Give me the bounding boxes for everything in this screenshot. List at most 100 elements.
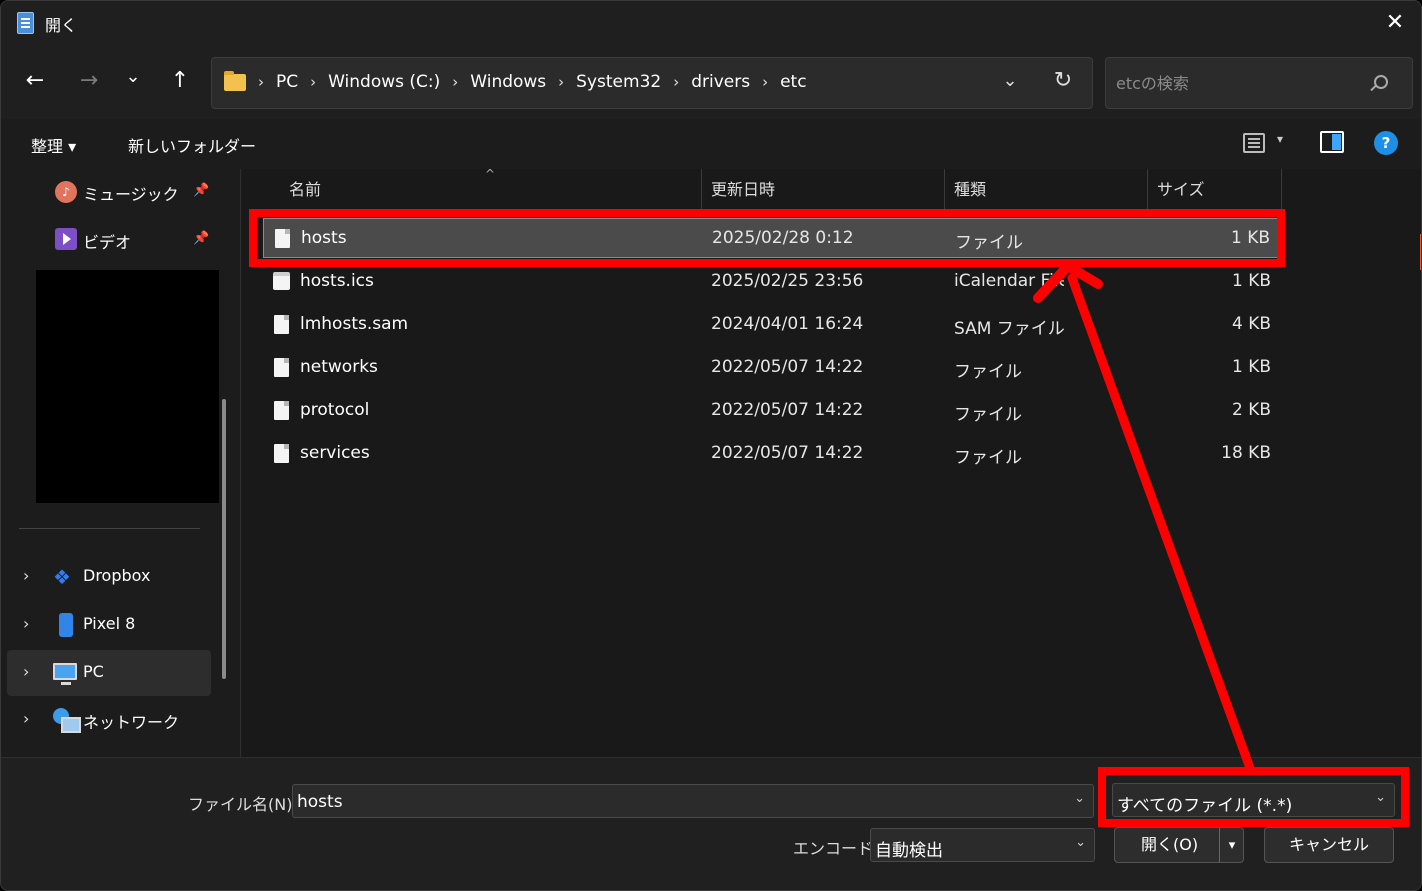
refresh-icon[interactable]: ↻: [1050, 68, 1076, 96]
breadcrumb-item-system32[interactable]: System32: [576, 72, 661, 92]
sidebar-item-label: ネットワーク: [83, 713, 180, 732]
sort-ascending-icon: ^: [485, 167, 496, 181]
address-bar[interactable]: › PC › Windows (C:) › Windows › System32…: [211, 57, 1093, 109]
filename-input[interactable]: hosts: [297, 792, 343, 812]
breadcrumb-item-etc[interactable]: etc: [780, 72, 806, 92]
view-options-icon[interactable]: [1243, 133, 1265, 153]
breadcrumb-separator[interactable]: ›: [452, 73, 458, 91]
notepad-icon: [17, 12, 34, 34]
encoding-label: エンコード:: [793, 839, 879, 858]
filename-field[interactable]: hosts ⌄: [292, 784, 1094, 818]
file-icon: [274, 444, 289, 463]
file-row-hosts-ics[interactable]: hosts.ics 2025/02/25 23:56 iCalendar Fil…: [263, 262, 1281, 302]
file-name: hosts.ics: [300, 271, 374, 291]
file-size: 1 KB: [1231, 357, 1271, 377]
file-modified: 2022/05/07 14:22: [711, 400, 864, 420]
file-type: ファイル: [954, 405, 1022, 425]
organize-button[interactable]: 整理 ▾: [31, 133, 76, 157]
chevron-down-icon[interactable]: ⌄: [1075, 835, 1086, 850]
navigation-bar: ← → ⌄ ↑ › PC › Windows (C:) › Windows › …: [1, 45, 1421, 119]
column-divider[interactable]: [1281, 169, 1282, 211]
breadcrumb-separator[interactable]: ›: [673, 73, 679, 91]
open-button-divider: [1219, 828, 1220, 862]
sidebar-item-label: Dropbox: [83, 566, 151, 585]
cancel-button[interactable]: キャンセル: [1264, 827, 1394, 863]
help-icon[interactable]: ?: [1374, 131, 1398, 155]
filename-label: ファイル名(N):: [188, 795, 298, 814]
music-icon: ♪: [55, 181, 77, 203]
sidebar-item-label: ビデオ: [83, 233, 132, 252]
chevron-right-icon[interactable]: ›: [23, 662, 29, 681]
open-file-dialog: 開く ✕ ← → ⌄ ↑ › PC › Windows (C:) › Windo…: [0, 0, 1422, 891]
sidebar-divider: [19, 528, 200, 529]
encoding-select[interactable]: 自動検出 ⌄: [870, 828, 1095, 862]
breadcrumb-separator: ›: [258, 73, 264, 91]
breadcrumb-separator[interactable]: ›: [762, 73, 768, 91]
search-icon[interactable]: [1374, 75, 1388, 89]
sidebar-item-dropbox[interactable]: › ❖ Dropbox: [7, 554, 211, 600]
column-header-type[interactable]: 種類: [944, 169, 1147, 211]
close-window-button[interactable]: ✕: [1369, 1, 1421, 45]
file-size: 1 KB: [1231, 271, 1271, 291]
command-bar: 整理 ▾ 新しいフォルダー: [1, 119, 1421, 169]
sidebar-item-network[interactable]: › ネットワーク: [7, 697, 211, 743]
sidebar-item-label: PC: [83, 662, 104, 681]
pin-icon[interactable]: 📌: [193, 231, 209, 246]
view-options-dropdown[interactable]: ▾: [1277, 132, 1283, 146]
open-options-dropdown[interactable]: ▾: [1222, 831, 1242, 861]
chevron-right-icon[interactable]: ›: [23, 614, 29, 633]
sidebar-item-music[interactable]: ♪ ミュージック 📌: [7, 169, 211, 215]
file-row-protocol[interactable]: protocol 2022/05/07 14:22 ファイル 2 KB: [263, 391, 1281, 431]
file-size: 4 KB: [1231, 314, 1271, 334]
file-type: ファイル: [954, 362, 1022, 382]
up-button[interactable]: ↑: [162, 63, 198, 99]
sidebar-item-pc[interactable]: › PC: [7, 650, 211, 696]
search-input[interactable]: [1116, 71, 1356, 95]
chevron-right-icon[interactable]: ›: [23, 709, 29, 728]
breadcrumb-item-drivers[interactable]: drivers: [691, 72, 750, 92]
breadcrumb-item-windows[interactable]: Windows: [470, 72, 546, 92]
column-header-modified[interactable]: 更新日時: [701, 169, 944, 211]
pin-icon[interactable]: 📌: [193, 183, 209, 198]
file-row-lmhosts-sam[interactable]: lmhosts.sam 2024/04/01 16:24 SAM ファイル 4 …: [263, 305, 1281, 345]
back-button[interactable]: ←: [17, 63, 53, 99]
breadcrumb-separator[interactable]: ›: [558, 73, 564, 91]
redacted-area: [36, 270, 219, 503]
calendar-file-icon: [273, 272, 290, 290]
chevron-right-icon[interactable]: ›: [23, 566, 29, 585]
sidebar-item-videos[interactable]: ビデオ 📌: [7, 217, 211, 263]
phone-icon: [59, 613, 73, 637]
breadcrumb-separator[interactable]: ›: [310, 73, 316, 91]
file-size: 2 KB: [1231, 400, 1271, 420]
encoding-value: 自動検出: [875, 841, 943, 861]
search-box[interactable]: [1105, 57, 1413, 109]
file-row-networks[interactable]: networks 2022/05/07 14:22 ファイル 1 KB: [263, 348, 1281, 388]
sidebar-scrollbar[interactable]: [222, 399, 226, 679]
sidebar-item-label: Pixel 8: [83, 614, 136, 633]
file-name: networks: [300, 357, 378, 377]
file-icon: [274, 315, 289, 334]
title-bar: 開く ✕: [1, 1, 1421, 45]
sidebar-item-pixel8[interactable]: › Pixel 8: [7, 602, 211, 648]
recent-locations-button[interactable]: ⌄: [115, 59, 151, 95]
network-icon: [53, 708, 81, 733]
chevron-down-icon[interactable]: ⌄: [1074, 791, 1085, 806]
new-folder-button[interactable]: 新しいフォルダー: [128, 133, 256, 157]
breadcrumb-item-windows-c[interactable]: Windows (C:): [328, 72, 440, 92]
folder-icon: [224, 71, 246, 91]
window-title: 開く: [45, 16, 78, 35]
file-icon: [274, 358, 289, 377]
sidebar-item-label: ミュージック: [83, 185, 179, 204]
preview-pane-icon[interactable]: [1320, 131, 1344, 153]
file-name: services: [300, 443, 370, 463]
navigation-pane: ♪ ミュージック 📌 ビデオ 📌 › ❖ Dropbox › Pixel 8 ›…: [1, 169, 241, 757]
column-header-size[interactable]: サイズ: [1147, 169, 1281, 211]
file-row-services[interactable]: services 2022/05/07 14:22 ファイル 18 KB: [263, 434, 1281, 474]
address-history-dropdown[interactable]: ⌄: [998, 70, 1022, 94]
dropbox-icon: ❖: [53, 565, 71, 589]
breadcrumb-item-pc[interactable]: PC: [276, 72, 298, 92]
forward-button[interactable]: →: [71, 63, 107, 99]
file-modified: 2022/05/07 14:22: [711, 357, 864, 377]
file-name: protocol: [300, 400, 370, 420]
file-modified: 2022/05/07 14:22: [711, 443, 864, 463]
